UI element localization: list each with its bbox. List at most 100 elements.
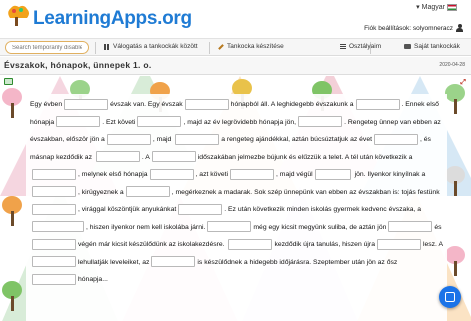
text-segment: , majd [152, 136, 172, 143]
text-segment: . Ez után következik minden iskolás gyer… [224, 206, 422, 213]
blank-field[interactable] [32, 168, 76, 180]
tree-icon [2, 281, 22, 311]
flag-icon [447, 3, 457, 11]
text-segment: Egy évben [30, 101, 63, 108]
text-segment: is készülődnek a hidegebb időjárásra. Sz… [197, 258, 398, 266]
nav-divider [95, 42, 96, 54]
account-settings[interactable]: Fiók beállítások: solyomneracz [364, 24, 463, 32]
text-segment: madarak. Sok szép ünnepünk van ebben az … [223, 188, 440, 196]
text-segment: hónapja... [78, 276, 108, 283]
main-nav: Válogatás a tankockák között Tankocka ké… [0, 38, 471, 56]
my-apps-link[interactable]: Saját tankockák [404, 43, 460, 50]
blank-field[interactable] [184, 98, 229, 110]
blank-field[interactable] [32, 273, 76, 285]
text-segment: évszak van. Egy évszak [110, 101, 183, 108]
blank-field[interactable] [228, 238, 273, 250]
tree-icon [2, 88, 22, 118]
blank-field[interactable] [64, 98, 109, 110]
blank-field[interactable] [298, 116, 343, 128]
text-segment: aztán jön [358, 223, 387, 231]
account-label: Fiók beállítások: solyomneracz [364, 24, 453, 32]
tree-icon [445, 166, 465, 196]
create-app-label: Tankocka készítése [227, 43, 284, 50]
search-input[interactable] [5, 41, 89, 54]
text-segment: , hiszen ilyenkor nem kell iskolába járn… [86, 223, 206, 231]
my-apps-label: Saját tankockák [414, 43, 460, 50]
blank-field[interactable] [56, 116, 101, 128]
tree-icon [445, 84, 465, 114]
text-segment: , melynek első hónapja [78, 171, 148, 178]
blank-field[interactable] [373, 133, 418, 145]
text-segment: . Ezt követi [102, 118, 136, 126]
blank-field[interactable] [32, 186, 76, 198]
list-icon [340, 43, 346, 50]
blank-field[interactable] [95, 151, 140, 163]
text-segment: jön. Ilyenkor kinyílnak a [354, 171, 426, 178]
chevron-down-icon: ▾ [416, 4, 420, 11]
tree-icon [445, 246, 465, 276]
blank-field[interactable] [137, 116, 182, 128]
top-header: LearningApps.org ▾ Magyar Fiók beállítás… [0, 0, 471, 38]
text-segment: , majd végül [276, 171, 313, 178]
blank-field[interactable] [106, 133, 151, 145]
text-segment: , megérkeznek a [171, 188, 222, 196]
blank-field[interactable] [314, 168, 351, 180]
classes-label: Osztályaim [349, 43, 382, 50]
nav-divider [209, 42, 210, 54]
text-segment: hónapja jön, [259, 118, 297, 126]
blank-field[interactable] [178, 203, 223, 215]
text-segment: , virággal [78, 206, 106, 213]
text-segment: lesz. A [422, 241, 443, 248]
user-icon [456, 24, 463, 32]
page-title-bar: Évszakok, hónapok, ünnepek 1. o. 2020-04… [0, 57, 471, 75]
text-segment: , kirügyeznek a [78, 188, 124, 196]
text-segment: az [142, 258, 150, 266]
classes-link[interactable]: Osztályaim [340, 43, 381, 50]
browse-apps-link[interactable]: Válogatás a tankockák között [104, 43, 198, 50]
page-date: 2020-04-28 [439, 62, 465, 68]
create-app-link[interactable]: Tankocka készítése [218, 43, 284, 50]
language-selector[interactable]: ▾ Magyar [416, 3, 457, 11]
blank-field[interactable] [125, 186, 170, 198]
text-segment: kezdődik újra tanulás, hiszen újra [274, 241, 375, 248]
blank-field[interactable] [376, 238, 421, 250]
text-segment: még egy kicsit megyünk suliba, de [253, 223, 357, 231]
text-segment: lehullatják leveleiket, [78, 258, 141, 266]
folder-icon [404, 44, 411, 49]
exercise-stage: Egy évben évszak van. Egy évszak hónapból … [0, 76, 471, 321]
blank-field[interactable] [32, 238, 76, 250]
text-segment: a rengeteg ajándékkal, aztán búcsúztatju… [221, 136, 372, 143]
text-segment: időszakában jelmezbe bújunk és elűzzük a… [197, 153, 413, 161]
tree-icon [2, 196, 22, 226]
text-segment: , azt követi [195, 171, 229, 178]
pencil-icon [218, 43, 224, 50]
language-label: Magyar [421, 3, 445, 11]
blank-field[interactable] [175, 133, 220, 145]
text-segment: és [434, 223, 442, 231]
fullscreen-icon[interactable]: ⤢ [460, 79, 466, 87]
text-segment: végén már kicsit készülődünk az iskolake… [78, 241, 225, 248]
grid-icon [104, 43, 110, 50]
text-segment: a [349, 101, 354, 108]
hint-icon[interactable] [4, 78, 13, 85]
text-segment: köszöntjük anyukánkat [107, 206, 177, 213]
blank-field[interactable] [149, 168, 194, 180]
blank-field[interactable] [32, 256, 76, 268]
blank-field[interactable] [230, 168, 275, 180]
page-title: Évszakok, hónapok, ünnepek 1. o. [4, 60, 152, 70]
text-segment: hónapból áll. A leghidegebb évszakunk [230, 101, 348, 108]
text-segment: , majd az év legrövidebb [183, 118, 258, 126]
blank-field[interactable] [388, 221, 433, 233]
blank-field[interactable] [355, 98, 400, 110]
text-segment: . A [141, 153, 150, 161]
blank-field[interactable] [207, 221, 252, 233]
blank-field[interactable] [32, 221, 84, 233]
cloze-text: Egy évben évszak van. Egy évszak hónapból … [26, 94, 447, 321]
check-answers-button[interactable] [439, 286, 461, 308]
blank-field[interactable] [151, 256, 196, 268]
logo-text[interactable]: LearningApps.org [33, 8, 192, 30]
logo-icon[interactable] [4, 2, 32, 28]
blank-field[interactable] [32, 203, 76, 215]
blank-field[interactable] [151, 151, 196, 163]
browse-apps-label: Válogatás a tankockák között [113, 43, 198, 50]
